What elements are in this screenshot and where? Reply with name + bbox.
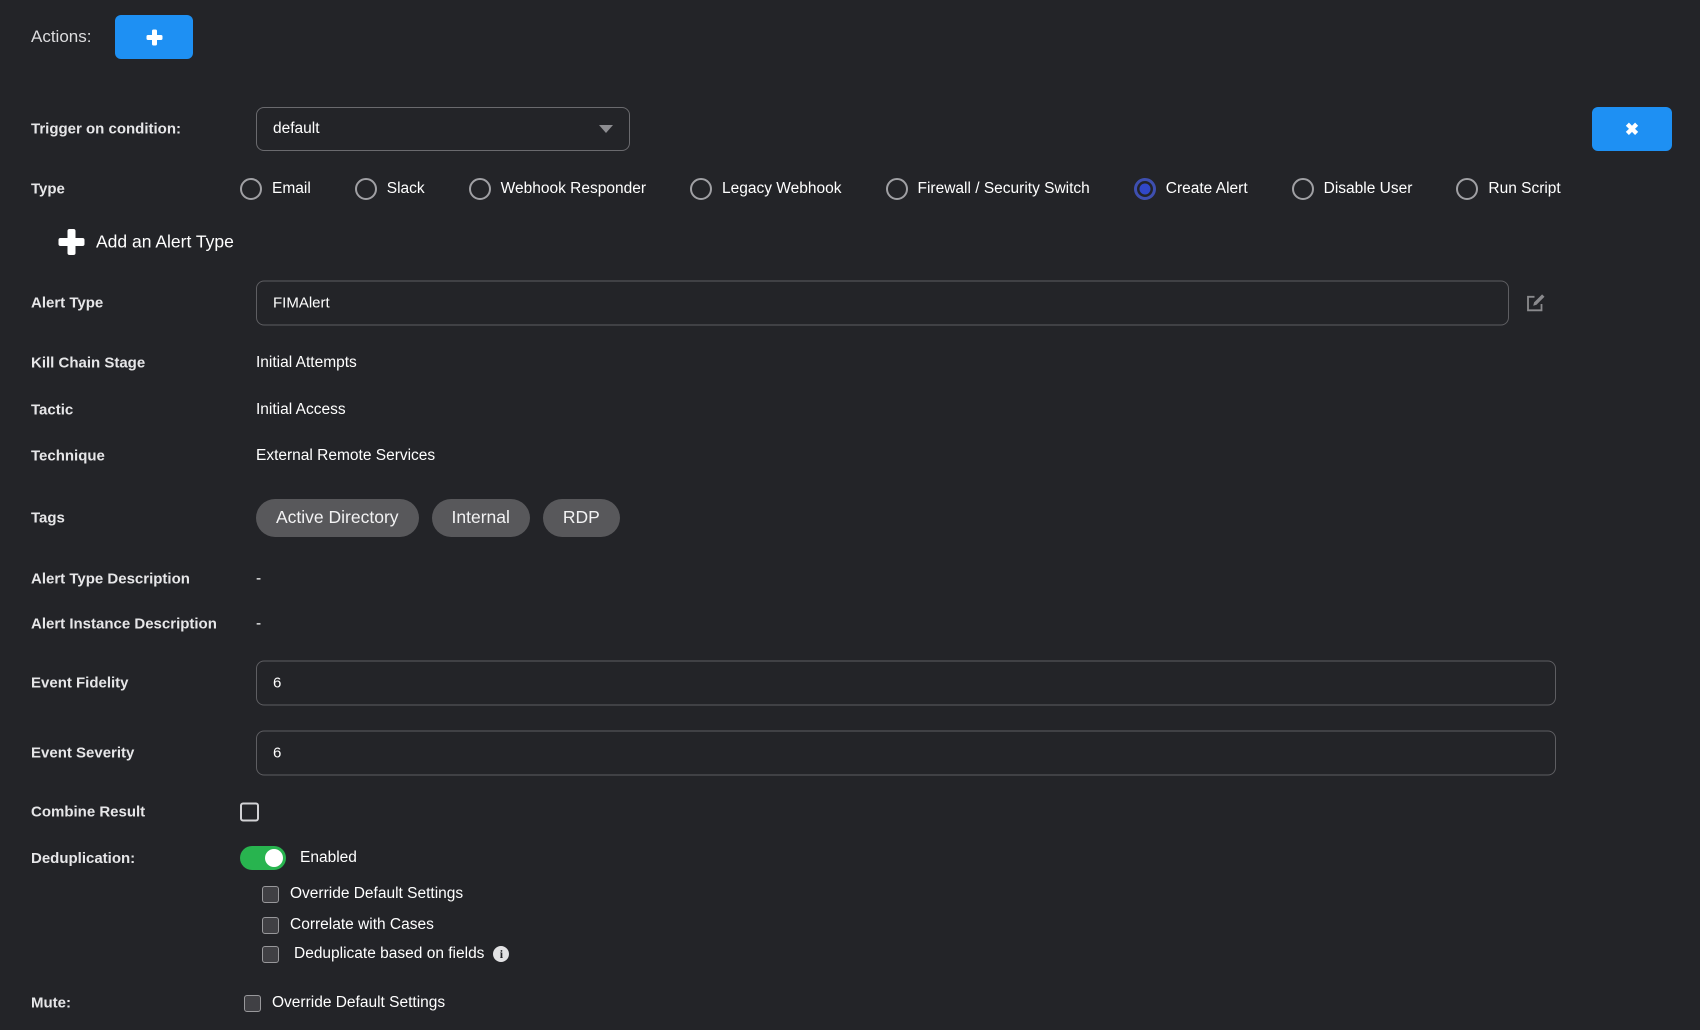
combine-result-row: Combine Result [0,801,1700,823]
radio-option-webhook-responder[interactable]: Webhook Responder [469,178,646,200]
combine-result-checkbox[interactable] [240,803,259,822]
add-alert-type-label[interactable]: Add an Alert Type [96,232,234,253]
tag-chip: Active Directory [256,499,419,537]
radio-option-label[interactable]: Run Script [1488,180,1560,198]
radio-icon[interactable] [886,178,908,200]
event-severity-row: Event Severity [0,730,1700,775]
trigger-condition-select[interactable]: default [256,107,630,151]
deduplicate-based-on-fields-checkbox[interactable] [262,946,279,963]
alert-instance-description-value: - [256,615,261,633]
deduplication-toggle-label: Enabled [300,849,357,867]
radio-icon[interactable] [1292,178,1314,200]
correlate-with-cases-checkbox[interactable] [262,917,279,934]
alert-type-description-value: - [256,570,261,588]
tags-label: Tags [31,509,65,526]
plus-icon [58,229,85,256]
type-label: Type [31,181,65,198]
radio-icon[interactable] [1456,178,1478,200]
alert-type-description-label: Alert Type Description [31,571,190,588]
tag-chip: Internal [432,499,530,537]
add-action-button[interactable] [115,15,193,59]
radio-option-create-alert[interactable]: Create Alert [1134,178,1248,200]
trigger-condition-label: Trigger on condition: [31,121,181,138]
mute-override-label[interactable]: Override Default Settings [272,994,445,1012]
radio-option-label[interactable]: Email [272,180,311,198]
radio-icon[interactable] [1134,178,1156,200]
alert-instance-description-row: Alert Instance Description - [0,614,1700,634]
trigger-condition-value: default [273,120,320,138]
alert-type-description-row: Alert Type Description - [0,569,1700,589]
add-alert-type-button[interactable]: Add an Alert Type [58,229,234,256]
add-alert-type-row: Add an Alert Type [0,227,1700,257]
radio-option-slack[interactable]: Slack [355,178,425,200]
kill-chain-stage-value: Initial Attempts [256,354,357,372]
radio-option-firewall-security-switch[interactable]: Firewall / Security Switch [886,178,1090,200]
alert-instance-description-label: Alert Instance Description [31,616,217,633]
event-severity-input[interactable] [256,730,1556,775]
alert-type-label: Alert Type [31,294,103,311]
radio-option-disable-user[interactable]: Disable User [1292,178,1413,200]
kill-chain-stage-label: Kill Chain Stage [31,355,145,372]
checkbox-label[interactable]: Deduplicate based on fields [294,945,484,963]
radio-option-label[interactable]: Firewall / Security Switch [918,180,1090,198]
chevron-down-icon [599,125,613,133]
deduplication-row: Deduplication: Enabled Override Default … [0,846,1700,971]
type-row: Type Email Slack Webhook Responder Legac… [0,177,1700,201]
tactic-value: Initial Access [256,401,346,419]
action-type-radio-group: Email Slack Webhook Responder Legacy Web… [240,178,1561,200]
technique-label: Technique [31,448,105,465]
mute-label: Mute: [31,995,71,1012]
mute-override-checkbox[interactable] [244,995,261,1012]
checkbox-label[interactable]: Correlate with Cases [290,916,434,934]
alert-type-input[interactable] [256,280,1509,325]
checkbox-label[interactable]: Override Default Settings [290,885,463,903]
combine-result-label: Combine Result [31,804,145,821]
plus-icon [146,29,163,46]
actions-row: Actions: [0,15,1700,59]
tactic-row: Tactic Initial Access [0,400,1700,420]
event-fidelity-input[interactable] [256,660,1556,705]
radio-icon[interactable] [240,178,262,200]
deduplication-toggle[interactable] [240,846,286,870]
radio-option-email[interactable]: Email [240,178,311,200]
toggle-knob [265,849,283,867]
edit-icon[interactable] [1525,292,1546,313]
radio-option-legacy-webhook[interactable]: Legacy Webhook [690,178,842,200]
tag-chip: RDP [543,499,620,537]
override-default-settings-checkbox[interactable] [262,886,279,903]
action-config-panel: Actions: Trigger on condition: default ✖… [0,0,1700,1030]
actions-label: Actions: [31,27,91,47]
tags-list: Active Directory Internal RDP [256,499,633,537]
radio-icon[interactable] [690,178,712,200]
event-fidelity-row: Event Fidelity [0,660,1700,705]
technique-value: External Remote Services [256,447,435,465]
event-severity-label: Event Severity [31,744,134,761]
kill-chain-stage-row: Kill Chain Stage Initial Attempts [0,353,1700,373]
radio-option-label[interactable]: Create Alert [1166,180,1248,198]
event-fidelity-label: Event Fidelity [31,674,129,691]
alert-type-row: Alert Type [0,280,1700,325]
close-icon: ✖ [1625,121,1639,138]
technique-row: Technique External Remote Services [0,446,1700,466]
radio-option-label[interactable]: Legacy Webhook [722,180,842,198]
radio-icon[interactable] [469,178,491,200]
override-default-settings-row: Override Default Settings [262,885,463,903]
deduplicate-based-on-fields-row: Deduplicate based on fields i [262,945,509,963]
mute-row: Mute: Override Default Settings [0,992,1700,1014]
tags-row: Tags Active Directory Internal RDP [0,498,1700,537]
radio-icon[interactable] [355,178,377,200]
remove-action-button[interactable]: ✖ [1592,107,1672,151]
info-icon[interactable]: i [493,946,509,962]
radio-option-label[interactable]: Disable User [1324,180,1413,198]
trigger-condition-row: Trigger on condition: default [0,107,1700,151]
radio-option-label[interactable]: Slack [387,180,425,198]
deduplication-label: Deduplication: [31,850,135,867]
radio-option-run-script[interactable]: Run Script [1456,178,1560,200]
tactic-label: Tactic [31,402,73,419]
radio-option-label[interactable]: Webhook Responder [501,180,646,198]
correlate-with-cases-row: Correlate with Cases [262,916,434,934]
